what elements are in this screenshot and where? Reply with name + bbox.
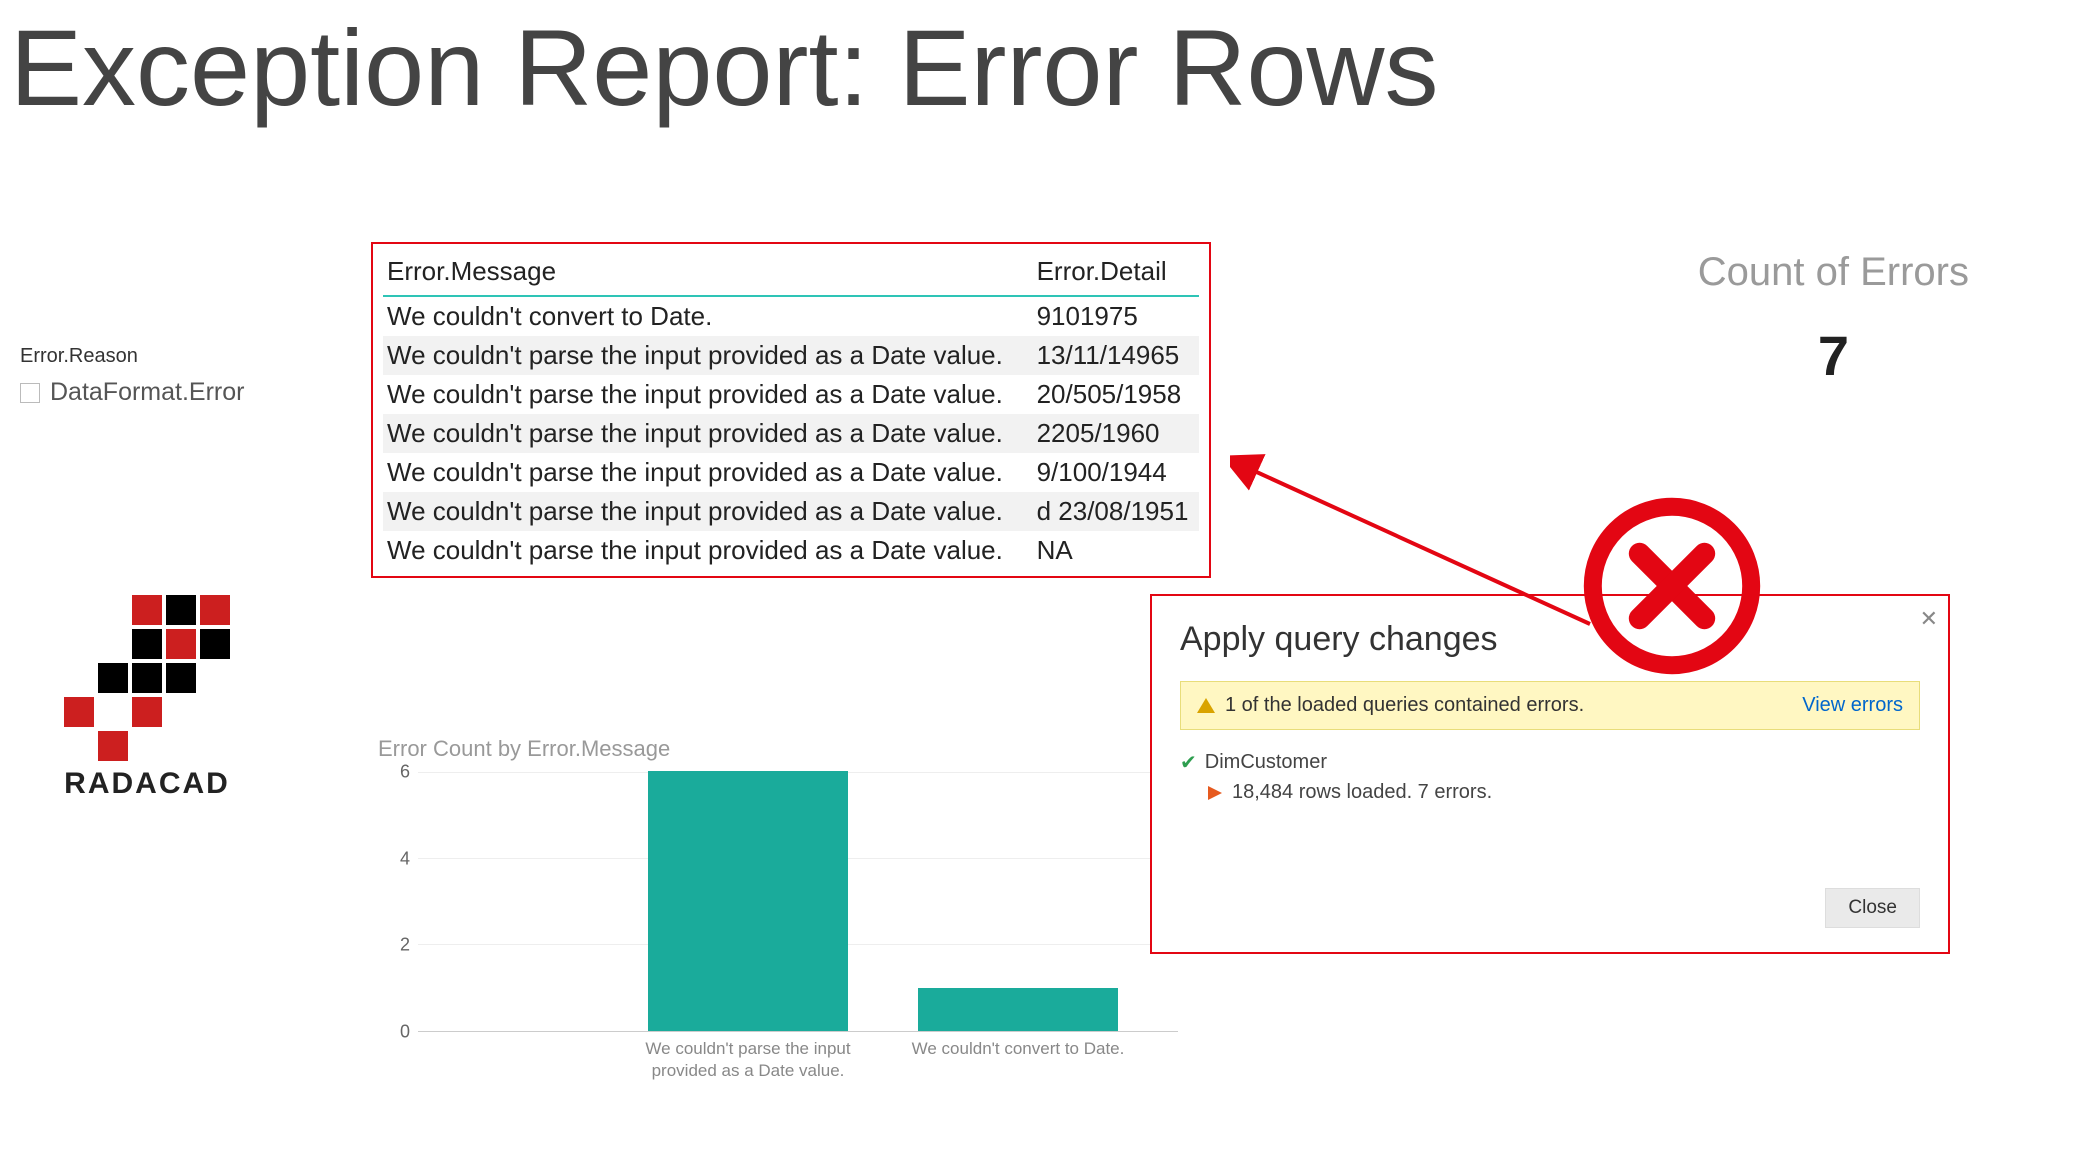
chart-title: Error Count by Error.Message	[378, 736, 1198, 762]
x-tick-label: We couldn't convert to Date.	[898, 1038, 1138, 1060]
logo-text: RADACAD	[64, 767, 230, 801]
close-button[interactable]: Close	[1825, 888, 1920, 928]
logo-icon	[64, 595, 230, 761]
card-value: 7	[1698, 323, 1969, 388]
apply-query-changes-dialog: ✕ Apply query changes 1 of the loaded qu…	[1150, 594, 1950, 954]
column-header-message[interactable]: Error.Message	[383, 250, 1033, 296]
cell-detail: 9/100/1944	[1033, 453, 1199, 492]
table-row[interactable]: We couldn't parse the input provided as …	[383, 414, 1199, 453]
error-table: Error.Message Error.Detail We couldn't c…	[371, 242, 1211, 578]
checkmark-icon: ✔	[1180, 750, 1197, 775]
chart-plot-area	[418, 772, 1178, 1032]
page-title: Exception Report: Error Rows	[10, 5, 1439, 130]
slicer-header: Error.Reason	[20, 345, 244, 368]
y-tick: 2	[400, 935, 410, 956]
query-status: ✔ DimCustomer 18,484 rows loaded. 7 erro…	[1180, 750, 1920, 804]
cell-detail: 20/505/1958	[1033, 375, 1199, 414]
cell-message: We couldn't parse the input provided as …	[383, 531, 1033, 570]
table-row[interactable]: We couldn't parse the input provided as …	[383, 375, 1199, 414]
close-icon[interactable]: ✕	[1920, 606, 1938, 632]
cell-detail: 2205/1960	[1033, 414, 1199, 453]
cell-detail: NA	[1033, 531, 1199, 570]
cell-message: We couldn't parse the input provided as …	[383, 375, 1033, 414]
warning-text: 1 of the loaded queries contained errors…	[1225, 694, 1584, 717]
y-tick: 6	[400, 762, 410, 783]
table-row[interactable]: We couldn't convert to Date.9101975	[383, 296, 1199, 336]
cell-detail: 9101975	[1033, 296, 1199, 336]
table-row[interactable]: We couldn't parse the input provided as …	[383, 336, 1199, 375]
slicer-item-label: DataFormat.Error	[50, 378, 244, 407]
cell-detail: 13/11/14965	[1033, 336, 1199, 375]
flag-icon	[1208, 786, 1222, 800]
error-count-chart: Error Count by Error.Message 6 4 2 0 We …	[378, 736, 1198, 1052]
y-axis: 6 4 2 0	[378, 772, 418, 1032]
warning-banner: 1 of the loaded queries contained errors…	[1180, 681, 1920, 730]
cell-message: We couldn't parse the input provided as …	[383, 336, 1033, 375]
error-reason-slicer: Error.Reason DataFormat.Error	[20, 345, 244, 407]
table-row[interactable]: We couldn't parse the input provided as …	[383, 453, 1199, 492]
cell-message: We couldn't parse the input provided as …	[383, 492, 1033, 531]
y-tick: 0	[400, 1022, 410, 1043]
annotation-arrow-icon	[1230, 454, 1610, 644]
cell-detail: d 23/08/1951	[1033, 492, 1199, 531]
table-row[interactable]: We couldn't parse the input provided as …	[383, 531, 1199, 570]
chart-bar[interactable]	[918, 988, 1118, 1031]
query-name: DimCustomer	[1205, 751, 1327, 774]
cell-message: We couldn't parse the input provided as …	[383, 414, 1033, 453]
card-title: Count of Errors	[1698, 250, 1969, 295]
chart-bar[interactable]	[648, 771, 848, 1031]
slicer-item[interactable]: DataFormat.Error	[20, 378, 244, 407]
table-row[interactable]: We couldn't parse the input provided as …	[383, 492, 1199, 531]
view-errors-link[interactable]: View errors	[1802, 694, 1903, 717]
warning-icon	[1197, 698, 1215, 713]
x-tick-label: We couldn't parse the input provided as …	[628, 1038, 868, 1082]
cell-message: We couldn't convert to Date.	[383, 296, 1033, 336]
y-tick: 4	[400, 848, 410, 869]
cell-message: We couldn't parse the input provided as …	[383, 453, 1033, 492]
error-x-icon	[1582, 496, 1762, 676]
radacad-logo: RADACAD	[64, 595, 230, 801]
column-header-detail[interactable]: Error.Detail	[1033, 250, 1199, 296]
checkbox-icon[interactable]	[20, 383, 40, 403]
count-of-errors-card: Count of Errors 7	[1698, 250, 1969, 388]
query-detail: 18,484 rows loaded. 7 errors.	[1232, 781, 1492, 804]
